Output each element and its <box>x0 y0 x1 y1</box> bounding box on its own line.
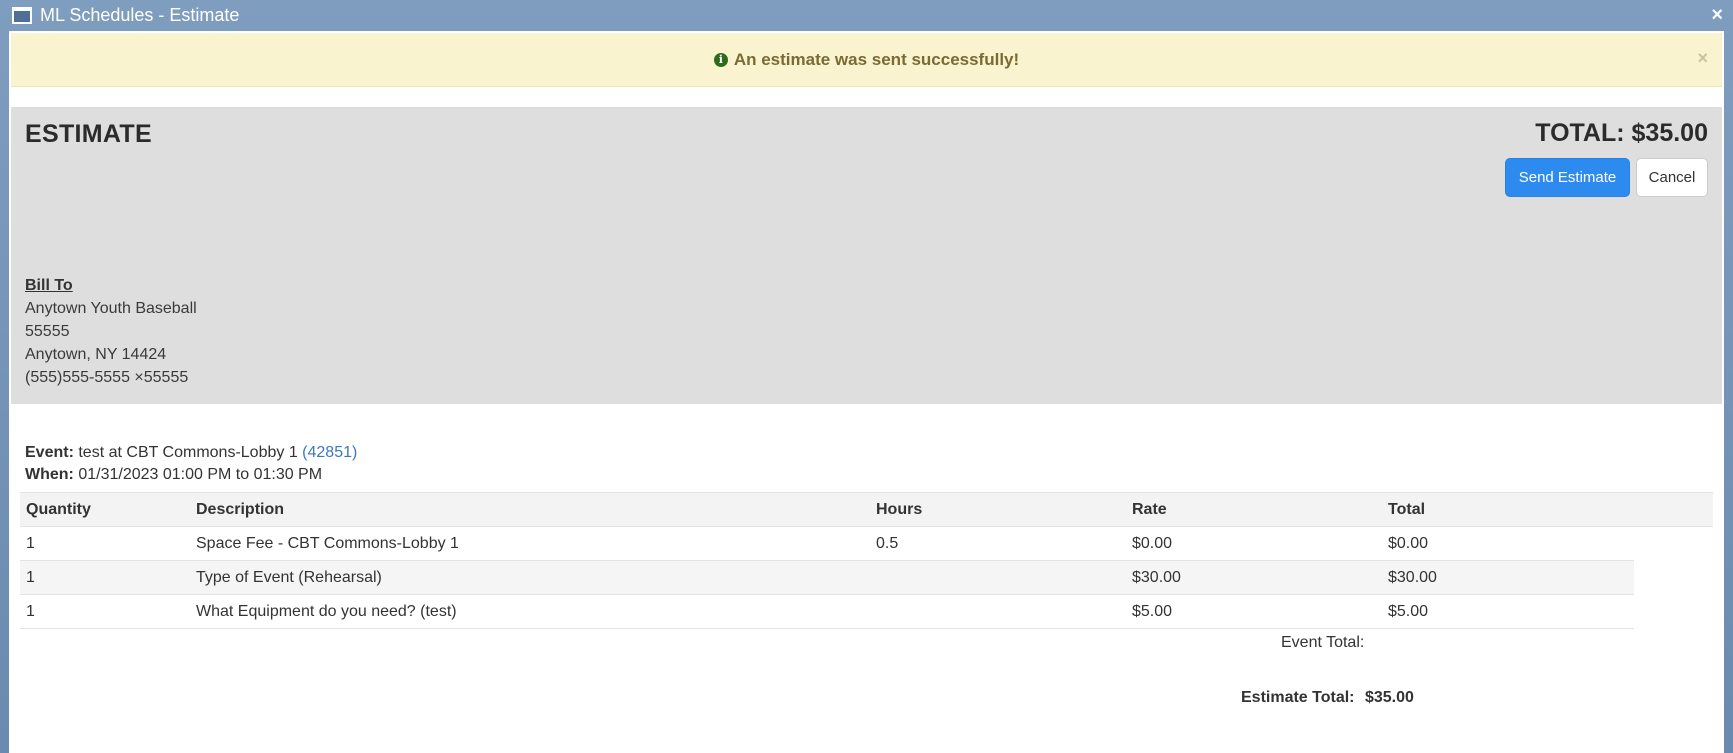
table-row: 1 Type of Event (Rehearsal) $30.00 $30.0… <box>20 560 1713 595</box>
hours-cell: 0.5 <box>870 526 1126 561</box>
total-cell: $0.00 <box>1382 526 1634 561</box>
column-header-hours: Hours <box>870 492 1126 527</box>
cancel-button[interactable]: Cancel <box>1636 158 1708 197</box>
estimate-total: Estimate Total: $35.00 <box>1241 689 1414 707</box>
event-line: Event: test at CBT Commons-Lobby 1 (4285… <box>25 442 357 464</box>
quantity-cell: 1 <box>20 526 190 561</box>
when-label: When: <box>25 466 74 483</box>
bill-to-line: Anytown, NY 14424 <box>25 346 167 363</box>
bill-to-line: (555)555-5555 ×55555 <box>25 369 189 386</box>
success-alert: i An estimate was sent successfully! × <box>11 33 1722 87</box>
alert-message: An estimate was sent successfully! <box>733 49 1020 69</box>
total-cell: $30.00 <box>1382 560 1634 595</box>
alert-close-icon[interactable]: × <box>1697 48 1708 69</box>
column-header-total: Total <box>1382 492 1634 527</box>
total-cell: $5.00 <box>1382 594 1634 629</box>
hours-cell <box>870 560 1126 595</box>
info-circle-icon: i <box>713 52 728 67</box>
description-cell: Space Fee - CBT Commons-Lobby 1 <box>190 526 870 561</box>
event-id-link[interactable]: (42851) <box>302 444 357 461</box>
bill-to-block: Bill To Anytown Youth Baseball 55555 Any… <box>25 274 197 389</box>
row-spacer <box>1634 526 1713 561</box>
window-content: i An estimate was sent successfully! × E… <box>9 31 1724 753</box>
window-titlebar[interactable]: ML Schedules - Estimate × <box>0 0 1733 31</box>
description-cell: What Equipment do you need? (test) <box>190 594 870 629</box>
rate-cell: $30.00 <box>1126 560 1382 595</box>
rate-cell: $5.00 <box>1126 594 1382 629</box>
bill-to-line: Anytown Youth Baseball <box>25 300 197 317</box>
column-header-description: Description <box>190 492 870 527</box>
event-label: Event: <box>25 444 74 461</box>
window-icon <box>12 7 32 24</box>
when-text: 01/31/2023 01:00 PM to 01:30 PM <box>78 466 323 483</box>
bill-to-line: 55555 <box>25 323 70 340</box>
rate-cell: $0.00 <box>1126 526 1382 561</box>
event-total-label: Event Total: <box>1281 634 1365 651</box>
quantity-cell: 1 <box>20 594 190 629</box>
estimate-header: ESTIMATE TOTAL: $35.00 Send Estimate Can… <box>11 107 1722 404</box>
estimate-total-label: Estimate Total: <box>1241 689 1355 706</box>
window-title: ML Schedules - Estimate <box>40 5 240 25</box>
row-spacer <box>1634 560 1713 595</box>
column-header-quantity: Quantity <box>20 492 190 527</box>
table-header-row: Quantity Description Hours Rate Total <box>20 492 1713 527</box>
event-info: Event: test at CBT Commons-Lobby 1 (4285… <box>25 442 357 486</box>
bill-to-label: Bill To <box>25 277 73 294</box>
column-header-rate: Rate <box>1126 492 1382 527</box>
line-items-table: Quantity Description Hours Rate Total 1 … <box>20 492 1713 629</box>
estimate-title: ESTIMATE <box>25 120 152 148</box>
estimate-total-value: $35.00 <box>1364 689 1414 706</box>
row-spacer <box>1634 594 1713 629</box>
quantity-cell: 1 <box>20 560 190 595</box>
estimate-total-header: TOTAL: $35.00 <box>1535 119 1708 147</box>
when-line: When: 01/31/2023 01:00 PM to 01:30 PM <box>25 464 357 486</box>
send-estimate-button[interactable]: Send Estimate <box>1505 158 1630 197</box>
table-row: 1 Space Fee - CBT Commons-Lobby 1 0.5 $0… <box>20 526 1713 561</box>
table-row: 1 What Equipment do you need? (test) $5.… <box>20 594 1713 629</box>
estimate-window: ML Schedules - Estimate × i An estimate … <box>0 0 1733 753</box>
window-close-icon[interactable]: × <box>1711 4 1723 26</box>
column-header-spacer <box>1634 492 1713 527</box>
event-text: test at CBT Commons-Lobby 1 <box>78 444 298 461</box>
description-cell: Type of Event (Rehearsal) <box>190 560 870 595</box>
hours-cell <box>870 594 1126 629</box>
